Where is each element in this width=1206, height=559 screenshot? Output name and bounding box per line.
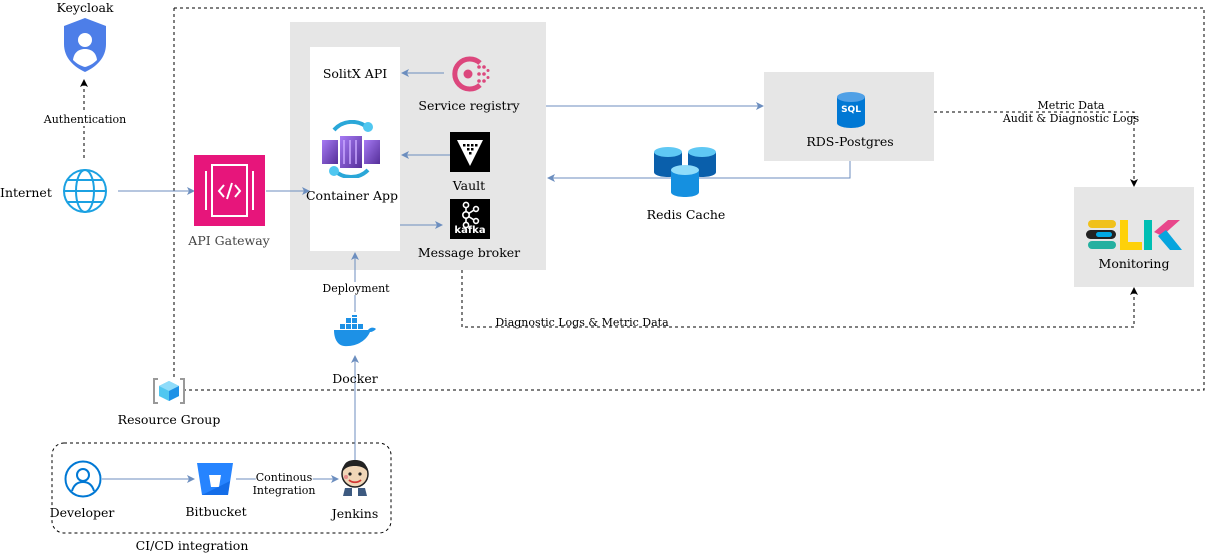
service-registry-label: Service registry xyxy=(418,98,520,113)
api-gateway-label: API Gateway xyxy=(188,233,270,248)
kafka-logo-text: kafka xyxy=(454,225,486,236)
deployment-edge-label: Deployment xyxy=(322,282,390,295)
redis-cache-label: Redis Cache xyxy=(646,207,726,222)
monitoring-label: Monitoring xyxy=(1098,256,1170,271)
globe-icon xyxy=(63,169,107,213)
vault-icon xyxy=(450,132,490,172)
sql-badge: SQL xyxy=(841,105,861,115)
keycloak-label: Keycloak xyxy=(56,0,114,15)
elk-icon xyxy=(1086,220,1182,250)
keycloak-icon xyxy=(64,18,106,72)
cicd-group-label: CI/CD integration xyxy=(135,538,249,553)
api-gateway-icon xyxy=(194,155,265,226)
internet-label: Internet xyxy=(0,185,52,200)
redis-cache-icon xyxy=(654,147,716,197)
diag-logs-edge-label: Diagnostic Logs & Metric Data xyxy=(495,316,669,329)
developer-label: Developer xyxy=(49,505,115,520)
jenkins-label: Jenkins xyxy=(331,506,379,521)
bitbucket-label: Bitbucket xyxy=(185,504,247,519)
resource-group-icon xyxy=(153,378,185,404)
docker-icon xyxy=(334,315,376,347)
authentication-edge-label: Authentication xyxy=(43,113,127,126)
continuous-integration-line2: Integration xyxy=(252,484,316,497)
audit-logs-edge-label: Audit & Diagnostic Logs xyxy=(1002,112,1140,125)
container-app-label: Container App xyxy=(305,188,399,203)
rds-postgres-label: RDS-Postgres xyxy=(806,134,894,149)
vault-label: Vault xyxy=(452,178,486,193)
connectors xyxy=(51,7,1205,534)
resource-group-label: Resource Group xyxy=(117,412,221,427)
continuous-integration-line1: Continous xyxy=(255,471,313,484)
bitbucket-icon xyxy=(197,463,233,495)
message-broker-label: Message broker xyxy=(417,245,521,260)
metric-data-edge-label: Metric Data xyxy=(1037,99,1105,112)
solitx-api-label: SolitX API xyxy=(322,66,388,81)
consul-icon xyxy=(452,56,490,92)
developer-icon xyxy=(64,460,102,498)
container-app-icon xyxy=(322,120,380,178)
jenkins-icon xyxy=(341,460,369,496)
docker-label: Docker xyxy=(332,371,378,386)
